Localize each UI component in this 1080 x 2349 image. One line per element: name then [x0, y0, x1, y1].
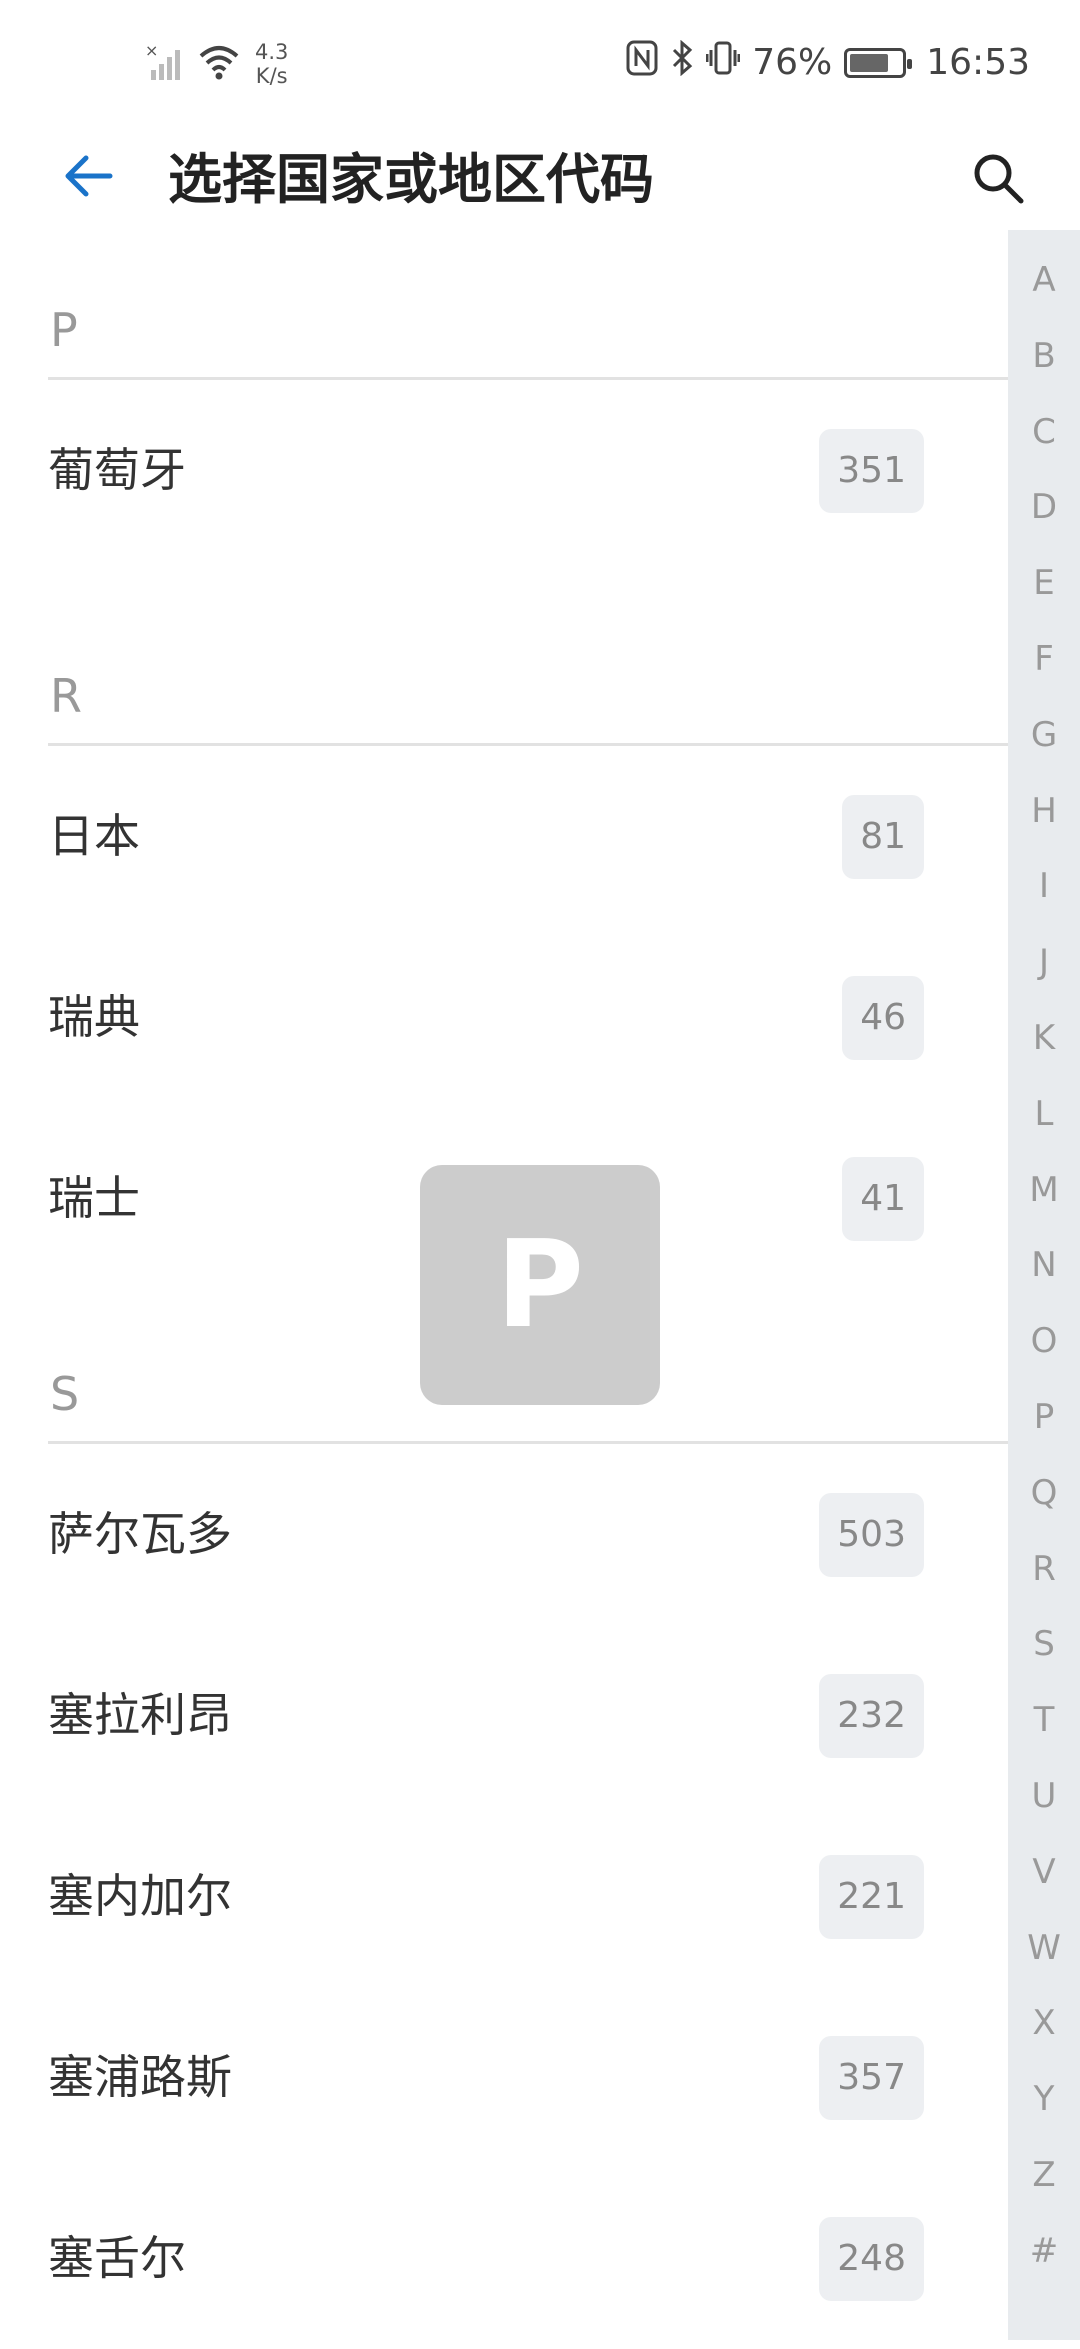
index-letter-r[interactable]: R [1008, 1549, 1080, 1589]
list-item[interactable]: 塞内加尔 221 [0, 1806, 1008, 1987]
index-letter-d[interactable]: D [1008, 487, 1080, 527]
index-letter-j[interactable]: J [1008, 942, 1080, 982]
index-letter-h[interactable]: H [1008, 791, 1080, 831]
signal-off-icon: × [145, 41, 185, 86]
index-letter-n[interactable]: N [1008, 1245, 1080, 1285]
battery-charging-icon [844, 47, 913, 78]
index-letter-c[interactable]: C [1008, 412, 1080, 452]
index-letter-p[interactable]: P [1008, 1397, 1080, 1437]
country-code-badge: 248 [819, 2216, 924, 2301]
index-letter-w[interactable]: W [1008, 1928, 1080, 1968]
status-right: 76% 16:53 [626, 39, 1030, 85]
index-letter-x[interactable]: X [1008, 2003, 1080, 2043]
index-letter-y[interactable]: Y [1008, 2079, 1080, 2119]
index-letter-z[interactable]: Z [1008, 2155, 1080, 2195]
list-item[interactable]: 塞浦路斯 357 [0, 1987, 1008, 2168]
net-speed: 4.3 K/s [255, 40, 288, 88]
index-letter-k[interactable]: K [1008, 1018, 1080, 1058]
country-code-badge: 351 [819, 428, 924, 513]
index-letter-overlay: P [420, 1165, 660, 1405]
search-icon [974, 154, 1024, 204]
country-name: 塞内加尔 [48, 1869, 232, 1923]
page-title: 选择国家或地区代码 [168, 148, 654, 211]
battery-level-fill [850, 53, 889, 72]
search-button[interactable] [956, 136, 1040, 220]
country-code-badge: 81 [842, 794, 924, 879]
bluetooth-icon [670, 39, 694, 85]
section-header-p: P [48, 230, 1008, 380]
back-button[interactable] [52, 140, 124, 212]
index-letter-v[interactable]: V [1008, 1852, 1080, 1892]
list-item[interactable]: 塞拉利昂 232 [0, 1625, 1008, 1806]
list-item[interactable]: 葡萄牙 351 [0, 380, 1008, 561]
country-code-badge: 221 [819, 1854, 924, 1939]
arrow-left-icon [65, 155, 113, 197]
country-name: 塞浦路斯 [48, 2050, 232, 2104]
index-letter-b[interactable]: B [1008, 336, 1080, 376]
list-item[interactable]: 瑞典 46 [0, 927, 1008, 1108]
list-item[interactable]: 塞舌尔 248 [0, 2168, 1008, 2349]
clock: 16:53 [926, 42, 1030, 83]
status-left: × 4.3 K/s [145, 40, 288, 88]
alphabet-index-bar[interactable]: A B C D E F G H I J K L M N O P Q R S T U V W X Y Z # [1008, 230, 1080, 2340]
index-letter-hash[interactable]: # [1008, 2231, 1080, 2271]
country-name: 日本 [48, 809, 140, 863]
index-letter-m[interactable]: M [1008, 1170, 1080, 1210]
index-letter-i[interactable]: I [1008, 866, 1080, 906]
net-speed-value: 4.3 [255, 40, 289, 64]
section-header-r: R [48, 561, 1008, 746]
country-name: 葡萄牙 [48, 443, 186, 497]
app-bar: 选择国家或地区代码 [0, 130, 1080, 230]
index-letter-o[interactable]: O [1008, 1321, 1080, 1361]
country-name: 瑞典 [48, 990, 140, 1044]
status-bar: × 4.3 K/s 76% 16:53 [0, 0, 1080, 130]
country-code-badge: 232 [819, 1673, 924, 1758]
index-letter-s[interactable]: S [1008, 1624, 1080, 1664]
nfc-icon [626, 40, 658, 85]
net-speed-unit: K/s [255, 64, 288, 88]
list-item[interactable]: 日本 81 [0, 746, 1008, 927]
section-letter: P [50, 303, 78, 357]
index-letter-t[interactable]: T [1008, 1700, 1080, 1740]
country-code-badge: 46 [842, 975, 924, 1060]
svg-text:×: × [145, 42, 158, 60]
battery-percent: 76% [752, 42, 833, 83]
section-letter: R [50, 669, 82, 723]
index-letter-a[interactable]: A [1008, 260, 1080, 300]
country-code-badge: 503 [819, 1492, 924, 1577]
country-name: 塞拉利昂 [48, 1688, 232, 1742]
index-letter-f[interactable]: F [1008, 639, 1080, 679]
country-code-badge: 357 [819, 2035, 924, 2120]
index-letter-g[interactable]: G [1008, 715, 1080, 755]
vibrate-icon [705, 40, 741, 85]
country-name: 瑞士 [48, 1171, 140, 1225]
index-letter-q[interactable]: Q [1008, 1473, 1080, 1513]
index-letter-u[interactable]: U [1008, 1776, 1080, 1816]
list-item[interactable]: 萨尔瓦多 503 [0, 1444, 1008, 1625]
index-letter-e[interactable]: E [1008, 563, 1080, 603]
country-code-badge: 41 [842, 1156, 924, 1241]
section-letter: S [50, 1367, 80, 1421]
country-name: 塞舌尔 [48, 2231, 186, 2285]
country-name: 萨尔瓦多 [48, 1507, 232, 1561]
wifi-icon [197, 42, 241, 86]
index-letter-l[interactable]: L [1008, 1094, 1080, 1134]
